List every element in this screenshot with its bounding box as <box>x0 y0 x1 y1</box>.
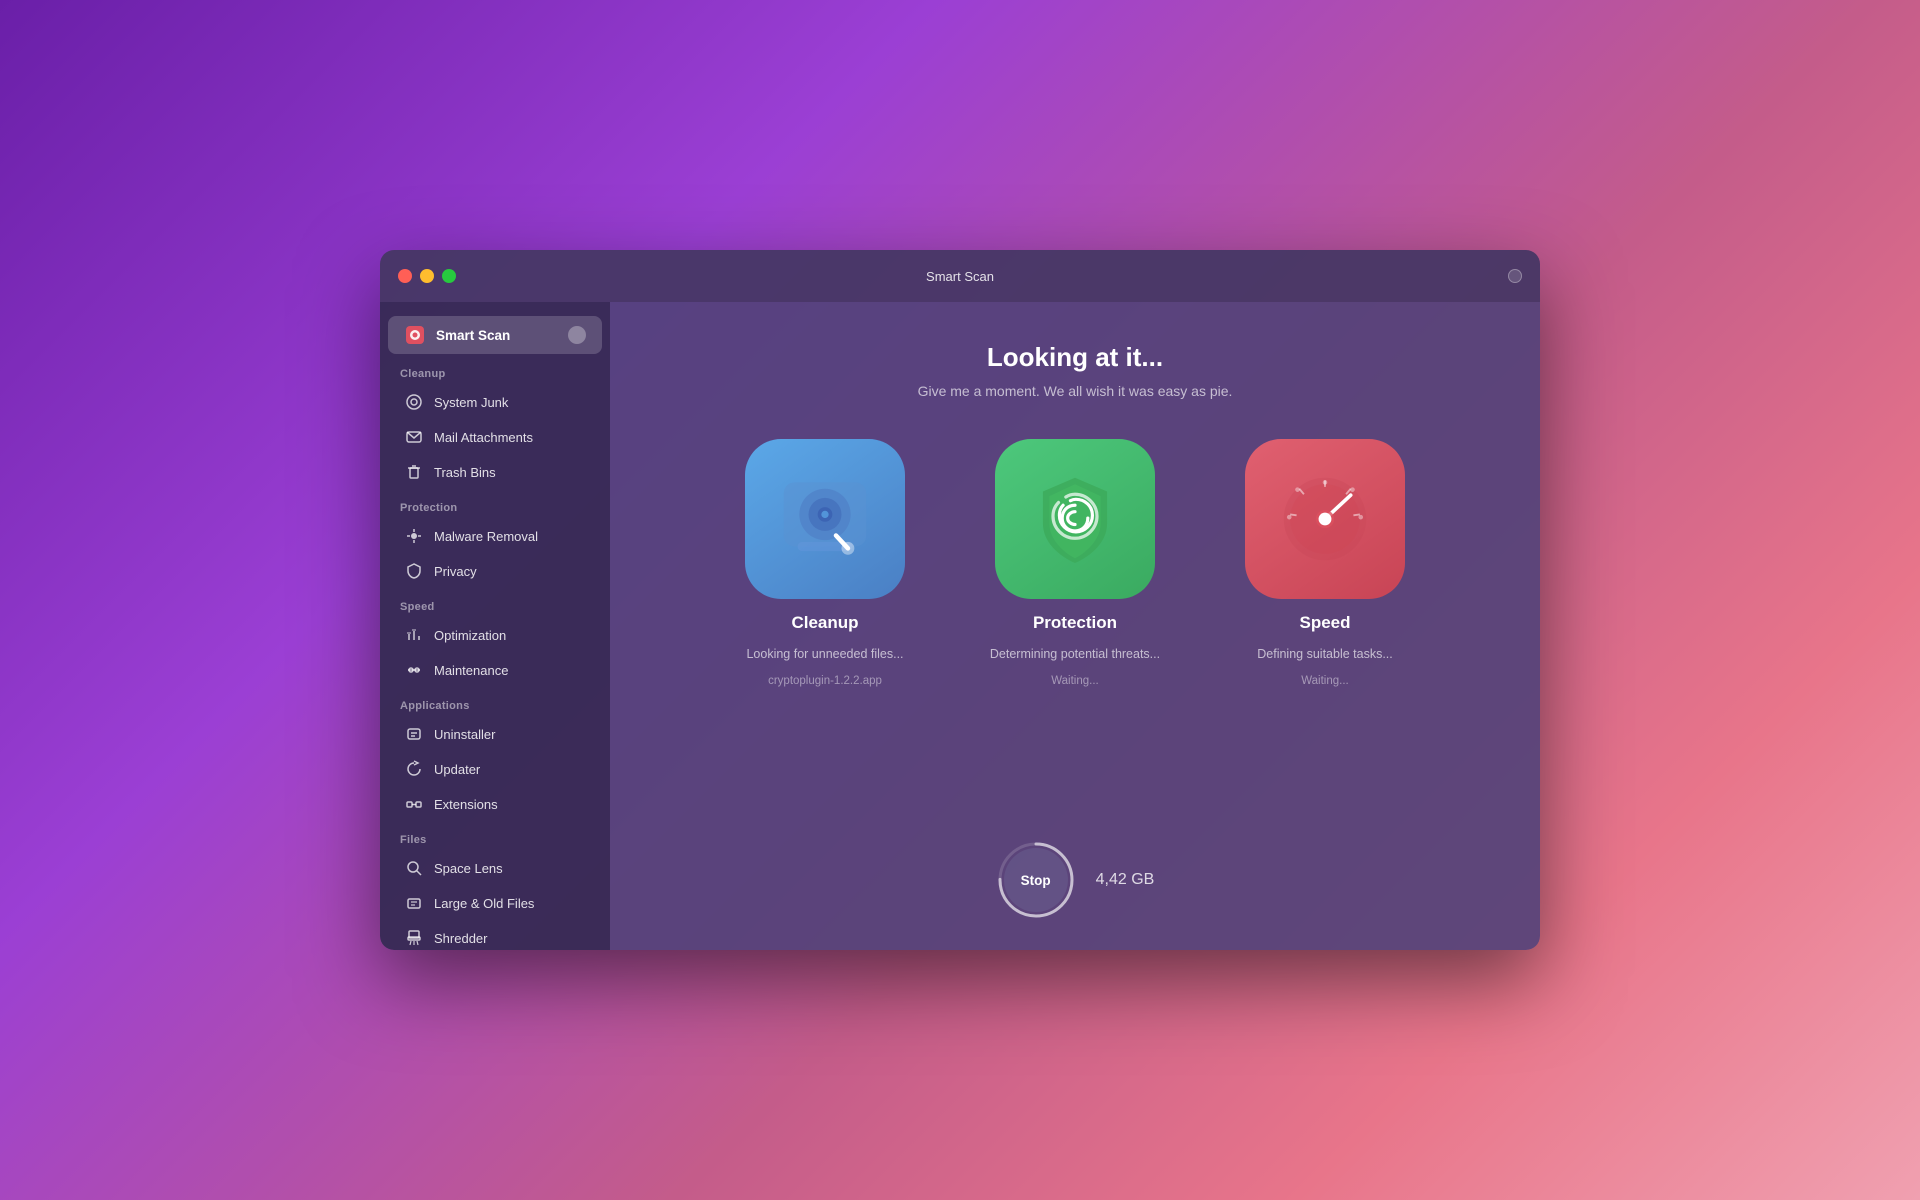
close-button[interactable] <box>398 269 412 283</box>
cleanup-card-name: Cleanup <box>791 613 858 633</box>
sidebar-item-system-junk[interactable]: System Junk <box>388 385 602 419</box>
updater-icon <box>404 759 424 779</box>
uninstaller-label: Uninstaller <box>434 727 495 742</box>
scan-size: 4,42 GB <box>1096 871 1155 889</box>
protection-card: Protection Determining potential threats… <box>965 439 1185 687</box>
system-junk-icon <box>404 392 424 412</box>
space-lens-icon <box>404 858 424 878</box>
large-old-files-label: Large & Old Files <box>434 896 534 911</box>
sidebar-item-updater[interactable]: Updater <box>388 752 602 786</box>
updater-label: Updater <box>434 762 480 777</box>
speed-card-file: Waiting... <box>1301 675 1349 687</box>
sidebar-item-malware-removal[interactable]: Malware Removal <box>388 519 602 553</box>
content-area: Looking at it... Give me a moment. We al… <box>610 302 1540 950</box>
extensions-label: Extensions <box>434 797 498 812</box>
applications-section-label: Applications <box>380 688 610 716</box>
shredder-icon <box>404 928 424 948</box>
traffic-lights <box>398 269 456 283</box>
uninstaller-icon <box>404 724 424 744</box>
scan-heading: Looking at it... <box>987 342 1163 373</box>
protection-card-status: Determining potential threats... <box>990 647 1160 661</box>
sidebar-item-mail-attachments[interactable]: Mail Attachments <box>388 420 602 454</box>
cleanup-card-status: Looking for unneeded files... <box>746 647 903 661</box>
optimization-icon <box>404 625 424 645</box>
smart-scan-icon <box>404 324 426 346</box>
system-junk-label: System Junk <box>434 395 508 410</box>
scan-subheading: Give me a moment. We all wish it was eas… <box>918 383 1233 399</box>
sidebar-item-shredder[interactable]: Shredder <box>388 921 602 950</box>
trash-bins-label: Trash Bins <box>434 465 496 480</box>
speed-section-label: Speed <box>380 589 610 617</box>
cleanup-card-file: cryptoplugin-1.2.2.app <box>768 675 882 687</box>
extensions-icon <box>404 794 424 814</box>
sidebar-item-optimization[interactable]: Optimization <box>388 618 602 652</box>
cleanup-card-icon <box>745 439 905 599</box>
maintenance-icon <box>404 660 424 680</box>
sidebar-item-large-old-files[interactable]: Large & Old Files <box>388 886 602 920</box>
optimization-label: Optimization <box>434 628 506 643</box>
speed-card-icon <box>1245 439 1405 599</box>
space-lens-label: Space Lens <box>434 861 503 876</box>
malware-removal-icon <box>404 526 424 546</box>
protection-card-icon <box>995 439 1155 599</box>
info-dot[interactable] <box>1508 269 1522 283</box>
shredder-label: Shredder <box>434 931 487 946</box>
app-window: Smart Scan Smart Scan Cleanup <box>380 250 1540 950</box>
mail-attachments-label: Mail Attachments <box>434 430 533 445</box>
stop-button-wrap: Stop <box>996 840 1076 920</box>
sidebar-item-maintenance[interactable]: Maintenance <box>388 653 602 687</box>
sidebar-item-trash-bins[interactable]: Trash Bins <box>388 455 602 489</box>
mail-attachments-icon <box>404 427 424 447</box>
large-old-files-icon <box>404 893 424 913</box>
malware-removal-label: Malware Removal <box>434 529 538 544</box>
cleanup-card: Cleanup Looking for unneeded files... cr… <box>715 439 935 687</box>
protection-card-file: Waiting... <box>1051 675 1099 687</box>
privacy-icon <box>404 561 424 581</box>
cleanup-section-label: Cleanup <box>380 356 610 384</box>
stop-area: Stop 4,42 GB <box>996 840 1155 920</box>
speed-card: Speed Defining suitable tasks... Waiting… <box>1215 439 1435 687</box>
trash-bins-icon <box>404 462 424 482</box>
sidebar-item-uninstaller[interactable]: Uninstaller <box>388 717 602 751</box>
sidebar: Smart Scan Cleanup System Junk <box>380 302 610 950</box>
speed-card-name: Speed <box>1299 613 1350 633</box>
title-bar: Smart Scan <box>380 250 1540 302</box>
speed-card-status: Defining suitable tasks... <box>1257 647 1393 661</box>
files-section-label: Files <box>380 822 610 850</box>
window-title: Smart Scan <box>926 269 994 284</box>
sidebar-item-space-lens[interactable]: Space Lens <box>388 851 602 885</box>
stop-button[interactable]: Stop <box>1004 848 1068 912</box>
protection-card-name: Protection <box>1033 613 1117 633</box>
protection-section-label: Protection <box>380 490 610 518</box>
minimize-button[interactable] <box>420 269 434 283</box>
smart-scan-label: Smart Scan <box>436 328 558 343</box>
sidebar-item-smart-scan[interactable]: Smart Scan <box>388 316 602 354</box>
smart-scan-badge <box>568 326 586 344</box>
sidebar-item-privacy[interactable]: Privacy <box>388 554 602 588</box>
sidebar-item-extensions[interactable]: Extensions <box>388 787 602 821</box>
scan-cards: Cleanup Looking for unneeded files... cr… <box>715 439 1435 687</box>
maximize-button[interactable] <box>442 269 456 283</box>
privacy-label: Privacy <box>434 564 477 579</box>
maintenance-label: Maintenance <box>434 663 508 678</box>
main-content: Smart Scan Cleanup System Junk <box>380 302 1540 950</box>
